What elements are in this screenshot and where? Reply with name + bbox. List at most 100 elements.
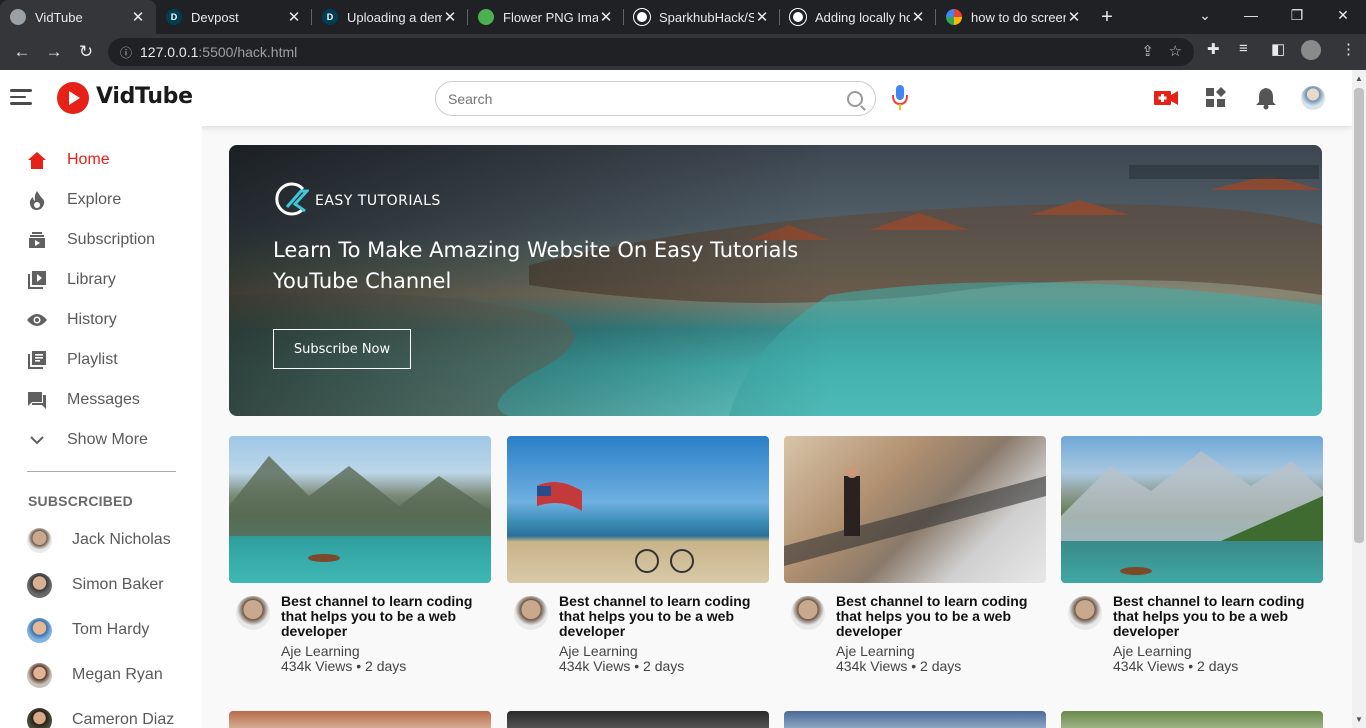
browser-tab[interactable]: SparkhubHack/Sp ✕ (624, 0, 780, 34)
subscribe-now-button[interactable]: Subscribe Now (273, 329, 411, 369)
scrollbar-thumb[interactable] (1354, 88, 1364, 543)
bookmark-star-icon[interactable]: ☆ (1169, 42, 1182, 60)
site-logo[interactable]: VidTube (96, 84, 193, 109)
video-thumbnail[interactable] (229, 711, 491, 728)
browser-toolbar: ← → ↻ ⓘ 127.0.0.1:5500/hack.html ⇪ ☆ ✚ ≡… (0, 34, 1366, 70)
tab-search-icon[interactable]: ⌄ (1182, 0, 1228, 30)
minimize-icon[interactable]: — (1228, 0, 1274, 30)
sidebar-item-home[interactable]: Home (27, 148, 110, 172)
channel-name: Simon Baker (72, 576, 164, 593)
channel-name[interactable]: Aje Learning (836, 644, 1046, 659)
avatar[interactable] (1068, 596, 1102, 630)
sidebar-item-label: Show More (67, 431, 148, 448)
channel-name[interactable]: Aje Learning (1113, 644, 1323, 659)
site-header: VidTube (0, 70, 1352, 126)
subscribed-channel[interactable]: Tom Hardy (27, 615, 149, 645)
close-icon[interactable]: ✕ (598, 8, 614, 26)
video-card[interactable]: Best channel to learn coding that helps … (229, 436, 491, 674)
side-panel-icon[interactable]: ◧ (1271, 40, 1285, 58)
share-icon[interactable]: ⇪ (1141, 42, 1154, 60)
video-thumbnail[interactable] (1061, 436, 1323, 583)
page-scrollbar[interactable]: ▲ ▼ (1352, 70, 1366, 728)
media-icon[interactable]: ≡ (1239, 40, 1248, 57)
subscribed-channel[interactable]: Cameron Diaz (27, 705, 174, 728)
video-title[interactable]: Best channel to learn coding that helps … (281, 594, 491, 639)
close-icon[interactable]: ✕ (1066, 8, 1082, 26)
close-icon[interactable]: ✕ (910, 8, 926, 26)
video-thumbnail[interactable] (507, 436, 769, 583)
google-icon (946, 9, 962, 25)
reload-icon[interactable]: ↻ (70, 36, 102, 68)
video-title[interactable]: Best channel to learn coding that helps … (836, 594, 1046, 639)
sidebar-item-label: Home (67, 151, 110, 168)
search-icon[interactable] (847, 90, 863, 107)
video-title[interactable]: Best channel to learn coding that helps … (1113, 594, 1323, 639)
sidebar-item-subscription[interactable]: Subscription (27, 228, 155, 252)
video-thumbnail[interactable] (1061, 711, 1323, 728)
subscribed-channel[interactable]: Simon Baker (27, 570, 164, 600)
browser-tab[interactable]: VidTube ✕ (0, 0, 156, 34)
subscribed-channel[interactable]: Jack Nicholas (27, 525, 171, 555)
sidebar-item-playlist[interactable]: Playlist (27, 348, 118, 372)
avatar[interactable] (236, 596, 270, 630)
profile-avatar[interactable] (1301, 40, 1321, 60)
microphone-icon[interactable] (892, 85, 908, 111)
video-thumbnail[interactable] (784, 711, 1046, 728)
sidebar-item-history[interactable]: History (27, 308, 117, 332)
restore-icon[interactable]: ❐ (1274, 0, 1320, 30)
address-bar[interactable]: ⓘ 127.0.0.1:5500/hack.html ⇪ ☆ (108, 38, 1194, 66)
forward-icon[interactable]: → (38, 36, 70, 68)
window-close-icon[interactable]: ✕ (1320, 0, 1366, 30)
browser-tab[interactable]: D Uploading a dem ✕ (312, 0, 468, 34)
globe-icon (10, 9, 26, 25)
browser-tab[interactable]: Adding locally ho ✕ (780, 0, 936, 34)
browser-tab[interactable]: D Devpost ✕ (156, 0, 312, 34)
subscribed-heading: SUBSCRCIBED (28, 493, 133, 509)
video-card[interactable]: Best channel to learn coding that helps … (784, 436, 1046, 674)
channel-name: Megan Ryan (72, 666, 163, 683)
hero-banner: EASY TUTORIALS Learn To Make Amazing Web… (229, 145, 1322, 416)
info-icon[interactable]: ⓘ (120, 44, 140, 61)
channel-name[interactable]: Aje Learning (559, 644, 769, 659)
close-icon[interactable]: ✕ (130, 8, 146, 26)
search-input[interactable] (448, 90, 847, 107)
url-host: 127.0.0.1 (140, 44, 199, 60)
channel-name[interactable]: Aje Learning (281, 644, 491, 659)
browser-tab[interactable]: Flower PNG Imag ✕ (468, 0, 624, 34)
sidebar-item-show-more[interactable]: Show More (27, 428, 148, 452)
video-thumbnail[interactable] (229, 436, 491, 583)
notifications-bell-icon[interactable] (1253, 85, 1279, 111)
menu-icon[interactable] (10, 89, 32, 105)
video-thumbnail[interactable] (507, 711, 769, 728)
avatar (27, 527, 52, 553)
close-icon[interactable]: ✕ (754, 8, 770, 26)
back-icon[interactable]: ← (6, 36, 38, 68)
subscribed-channel[interactable]: Megan Ryan (27, 660, 163, 690)
close-icon[interactable]: ✕ (442, 8, 458, 26)
scroll-up-icon[interactable]: ▲ (1355, 74, 1363, 83)
sidebar-item-label: Library (67, 271, 116, 288)
sidebar-item-library[interactable]: Library (27, 268, 116, 292)
upload-video-icon[interactable] (1153, 85, 1179, 111)
video-title[interactable]: Best channel to learn coding that helps … (559, 594, 769, 639)
sidebar-item-explore[interactable]: Explore (27, 188, 121, 212)
browser-tab[interactable]: how to do screen ✕ (936, 0, 1092, 34)
scroll-down-icon[interactable]: ▼ (1355, 715, 1363, 724)
video-card[interactable]: Best channel to learn coding that helps … (1061, 436, 1323, 674)
github-icon (790, 9, 806, 25)
avatar[interactable] (791, 596, 825, 630)
video-stats: 434k Views • 2 days (836, 658, 962, 674)
banner-brand: EASY TUTORIALS (315, 193, 441, 209)
new-tab-button[interactable]: + (1092, 0, 1122, 34)
avatar[interactable] (514, 596, 548, 630)
video-thumbnail[interactable] (784, 436, 1046, 583)
user-avatar[interactable] (1301, 86, 1325, 110)
extensions-icon[interactable]: ✚ (1207, 40, 1220, 58)
channel-name: Cameron Diaz (72, 711, 175, 728)
sidebar-item-messages[interactable]: Messages (27, 388, 140, 412)
logo-play-icon[interactable] (57, 82, 89, 114)
video-card[interactable]: Best channel to learn coding that helps … (507, 436, 769, 674)
more-menu-icon[interactable]: ⋮ (1341, 40, 1356, 58)
apps-icon[interactable] (1203, 85, 1229, 111)
close-icon[interactable]: ✕ (286, 8, 302, 26)
